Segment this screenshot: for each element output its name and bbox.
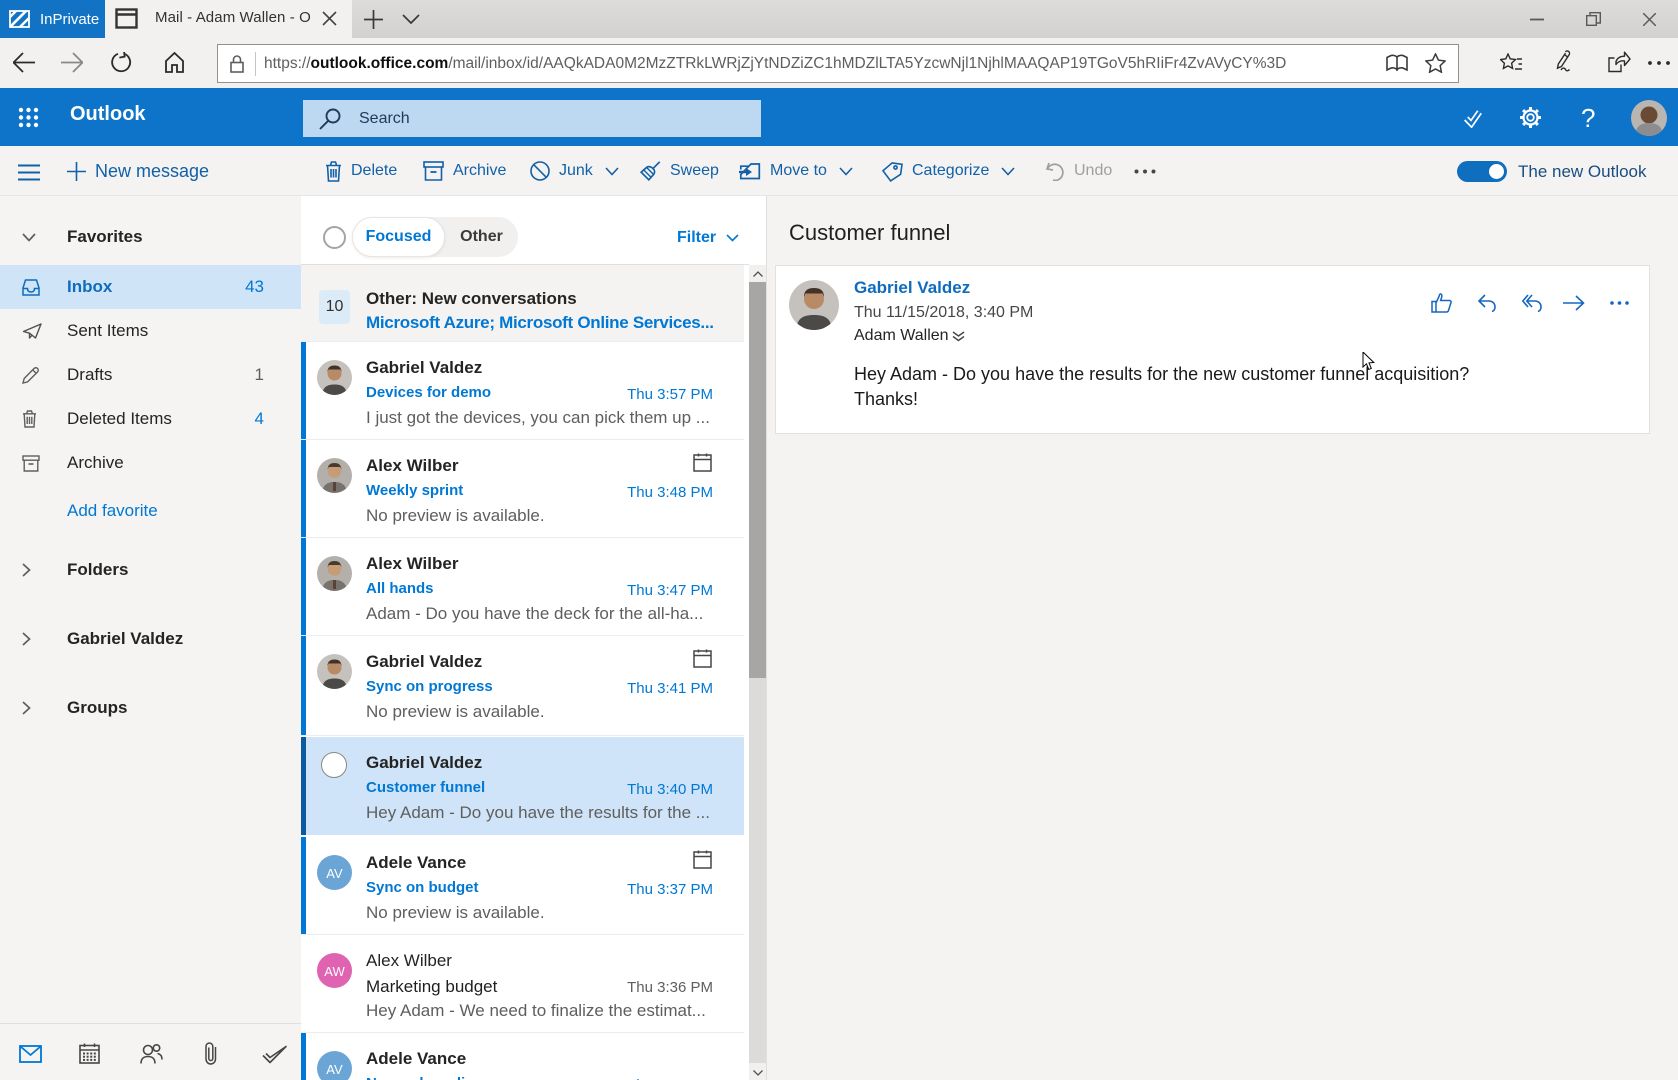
svg-text:AV: AV bbox=[326, 1062, 343, 1077]
svg-text:AW: AW bbox=[324, 964, 345, 979]
svg-text:AV: AV bbox=[326, 866, 343, 881]
